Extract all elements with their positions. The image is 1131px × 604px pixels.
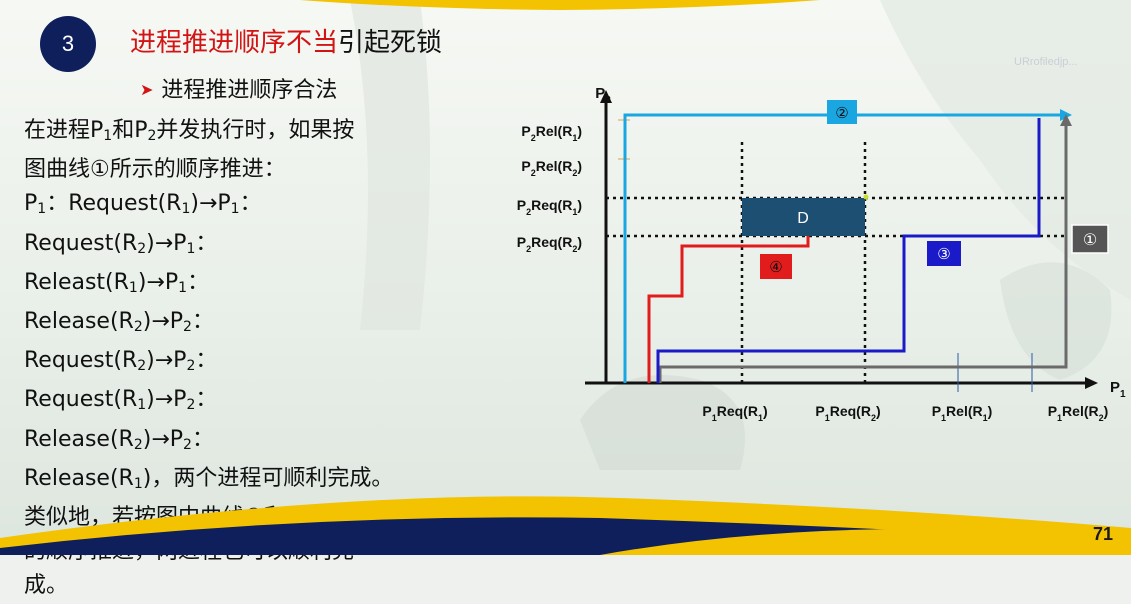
slide-subtitle-text: 进程推进顺序合法 (161, 78, 338, 103)
text-run: 图曲线①所示的顺序推进： (24, 157, 286, 183)
subscript: 1 (37, 201, 47, 218)
x-axis-label: P1Rel(R1) (932, 403, 993, 423)
y-axis-label: P2Rel(R1) (521, 123, 582, 143)
text-run: ： (191, 309, 214, 335)
text-run: )→P (137, 269, 179, 295)
explanation-line: Releast(R1)→P1： (24, 266, 494, 305)
deadlock-region-label: D (797, 210, 809, 227)
text-run: 并发执行时，如果按 (156, 118, 355, 143)
subscript: 2 (137, 240, 147, 257)
text-run: )→P (142, 309, 184, 335)
text-run: )→P (146, 348, 187, 374)
text-run: ： (195, 387, 218, 413)
slide-title-highlight: 进程推进顺序不当 (130, 28, 339, 58)
deadlock-corner-dot (863, 194, 869, 200)
section-number-badge: 3 (40, 16, 96, 72)
subscript: 2 (133, 436, 143, 453)
explanation-line: Request(R2)→P1： (24, 227, 494, 266)
text-run: Request(R (24, 348, 138, 374)
text-run: Release(R (24, 309, 134, 335)
subscript: 2 (133, 319, 143, 336)
explanation-line: 图曲线①所示的顺序推进： (24, 153, 494, 187)
explanation-line: 成。 (24, 569, 494, 603)
subscript: 1 (103, 128, 113, 144)
text-run: )→P (142, 426, 184, 452)
curve-2-trajectory (623, 113, 1065, 383)
explanation-line: P1：Request(R1)→P1： (24, 187, 494, 226)
curve-4-badge-label: ④ (769, 258, 782, 276)
text-run: Request(R (24, 230, 138, 256)
x-axis-label: P1Rel(R2) (1048, 403, 1109, 423)
subscript: 2 (183, 436, 192, 453)
curve-2-badge-label: ② (835, 104, 848, 122)
text-run: )→P (146, 387, 187, 413)
footer-decoration (0, 496, 1131, 555)
text-run: Release(R (24, 426, 134, 452)
y-axis-label: P2Rel(R2) (521, 158, 582, 178)
x-axis-label: P1Req(R2) (815, 403, 880, 423)
explanation-line: Release(R2)→P2： (24, 305, 494, 344)
text-run: ：Request(R (46, 191, 182, 217)
watermark-text: URrofiledjp... (1014, 56, 1078, 68)
text-run: 在进程P (24, 118, 104, 143)
subscript: 1 (137, 397, 147, 414)
y-axis-labels: P2Rel(R1) P2Rel(R2) P2Req(R1) P2Req(R2) (517, 123, 582, 254)
text-run: )→P (146, 230, 187, 256)
section-number: 3 (61, 31, 75, 56)
explanation-line: 在进程P1和P2并发执行时，如果按 (24, 114, 494, 153)
x-axis-labels: P1Req(R1) P1Req(R2) P1Rel(R1) P1Rel(R2) (702, 403, 1108, 423)
subscript: 2 (137, 358, 147, 375)
slide-title: 进程推进顺序不当引起死锁 (130, 22, 442, 59)
y-axis-label: P2Req(R2) (517, 234, 582, 254)
subscript: 1 (178, 279, 188, 296)
text-run: Releast(R (24, 269, 129, 295)
resource-trajectory-diagram: P2 P1 D ② ① ③ ④ P2Rel(R1)P2Rel(R2)P2Req(… (517, 85, 1126, 423)
curve-1-trajectory (658, 122, 1068, 383)
text-run: )→P (190, 191, 231, 217)
explanation-line: Request(R2)→P2： (24, 344, 494, 383)
slide-subtitle: ➤ 进程推进顺序合法 (140, 72, 337, 104)
subscript: 1 (230, 201, 240, 218)
text-run: Request(R (24, 387, 138, 413)
text-run: ： (239, 191, 262, 217)
subscript: 2 (183, 319, 192, 336)
curve-1-badge-label: ① (1083, 230, 1097, 249)
slide-title-rest: 引起死锁 (338, 28, 443, 58)
subscript: 1 (128, 279, 138, 296)
text-run: ： (191, 426, 214, 452)
x-axis-title: P1 (1110, 379, 1126, 400)
text-run: 和P (112, 118, 148, 143)
x-axis-label: P1Req(R1) (702, 403, 767, 423)
bullet-arrow-icon: ➤ (140, 80, 154, 99)
y-axis-label: P2Req(R1) (517, 197, 582, 217)
curve-3-trajectory (656, 118, 1041, 383)
page-number: 71 (1092, 524, 1113, 544)
text-run: ： (187, 269, 210, 295)
explanation-line: Request(R1)→P2： (24, 383, 494, 422)
x-axis-arrow-icon (1085, 377, 1098, 389)
text-run: P (24, 191, 38, 217)
explanation-line: Release(R2)→P2： (24, 423, 494, 462)
text-run: ： (195, 348, 218, 374)
text-run: ： (195, 230, 218, 256)
top-decoration-strip (300, 0, 820, 10)
text-run: 成。 (24, 573, 69, 599)
curve-3-badge-label: ③ (937, 245, 950, 263)
